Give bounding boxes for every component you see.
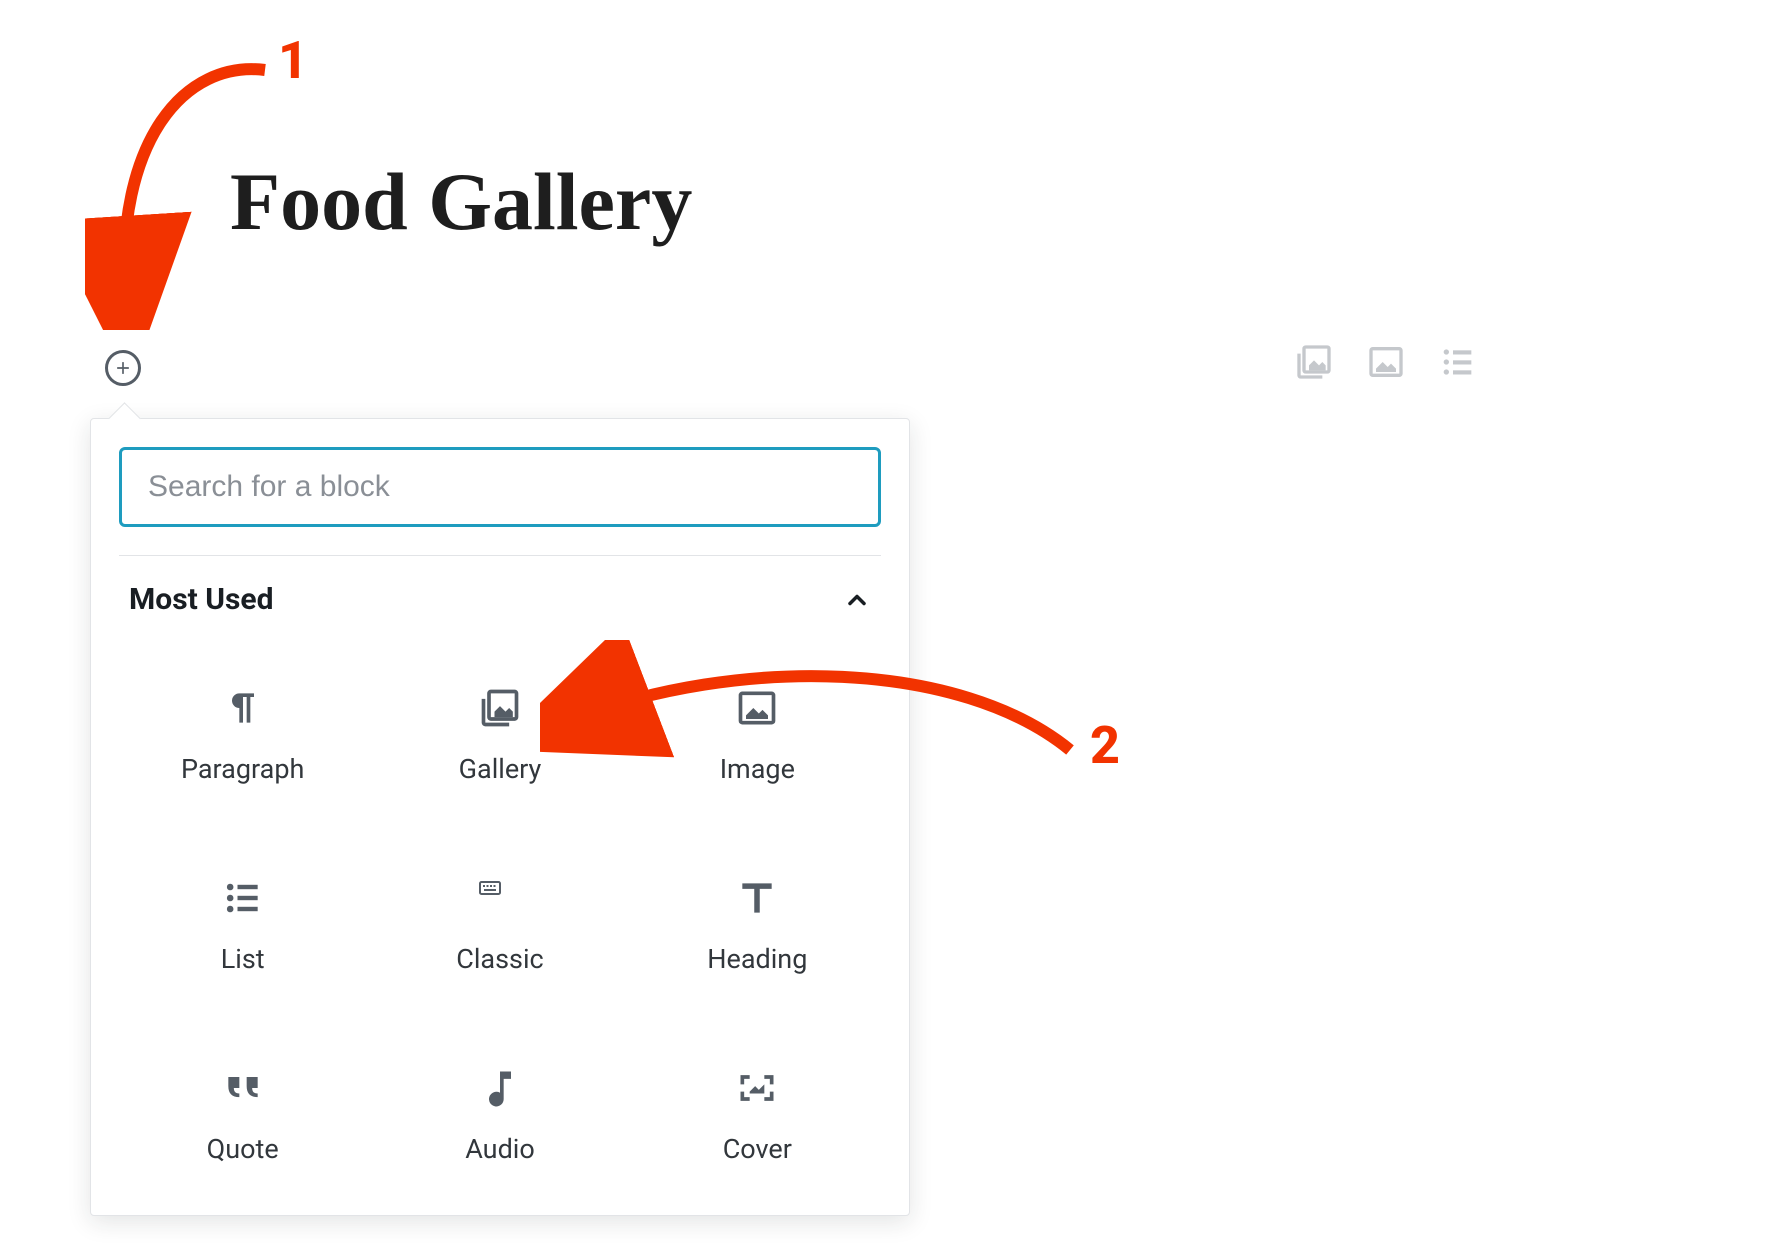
- block-shortcuts: [1292, 340, 1480, 384]
- block-list[interactable]: List: [119, 835, 366, 1015]
- block-label: Heading: [707, 943, 807, 975]
- block-grid: Paragraph Gallery Image: [119, 627, 881, 1205]
- keyboard-icon: [477, 875, 523, 921]
- block-inserter-popover: Most Used Paragraph Gallery: [90, 418, 910, 1216]
- list-icon: [1438, 342, 1478, 382]
- block-audio[interactable]: Audio: [376, 1025, 623, 1205]
- audio-icon: [477, 1065, 523, 1111]
- cover-icon: [734, 1065, 780, 1111]
- block-classic[interactable]: Classic: [376, 835, 623, 1015]
- block-heading[interactable]: Heading: [634, 835, 881, 1015]
- chevron-up-icon: [843, 586, 871, 614]
- category-label: Most Used: [129, 582, 274, 617]
- annotation-number-2: 2: [1090, 715, 1120, 776]
- add-block-button[interactable]: [105, 350, 141, 386]
- block-label: Cover: [723, 1133, 792, 1165]
- block-quote[interactable]: Quote: [119, 1025, 366, 1205]
- block-cover[interactable]: Cover: [634, 1025, 881, 1205]
- search-wrap: [119, 447, 881, 556]
- list-icon: [220, 875, 266, 921]
- block-label: List: [221, 943, 265, 975]
- block-label: Quote: [207, 1133, 279, 1165]
- block-gallery[interactable]: Gallery: [376, 645, 623, 825]
- block-search-input[interactable]: [119, 447, 881, 527]
- block-image[interactable]: Image: [634, 645, 881, 825]
- page-title[interactable]: Food Gallery: [230, 155, 692, 249]
- block-label: Audio: [465, 1133, 535, 1165]
- heading-icon: [734, 875, 780, 921]
- paragraph-icon: [220, 685, 266, 731]
- shortcut-list[interactable]: [1436, 340, 1480, 384]
- block-paragraph[interactable]: Paragraph: [119, 645, 366, 825]
- block-label: Image: [720, 753, 795, 785]
- image-icon: [1366, 342, 1406, 382]
- gallery-icon: [477, 685, 523, 731]
- quote-icon: [220, 1065, 266, 1111]
- plus-icon: [113, 358, 133, 378]
- block-label: Gallery: [459, 753, 542, 785]
- image-icon: [734, 685, 780, 731]
- annotation-number-1: 1: [278, 30, 308, 91]
- block-label: Classic: [456, 943, 543, 975]
- category-most-used-toggle[interactable]: Most Used: [119, 556, 881, 627]
- block-label: Paragraph: [181, 753, 304, 785]
- shortcut-gallery[interactable]: [1292, 340, 1336, 384]
- shortcut-image[interactable]: [1364, 340, 1408, 384]
- gallery-icon: [1294, 342, 1334, 382]
